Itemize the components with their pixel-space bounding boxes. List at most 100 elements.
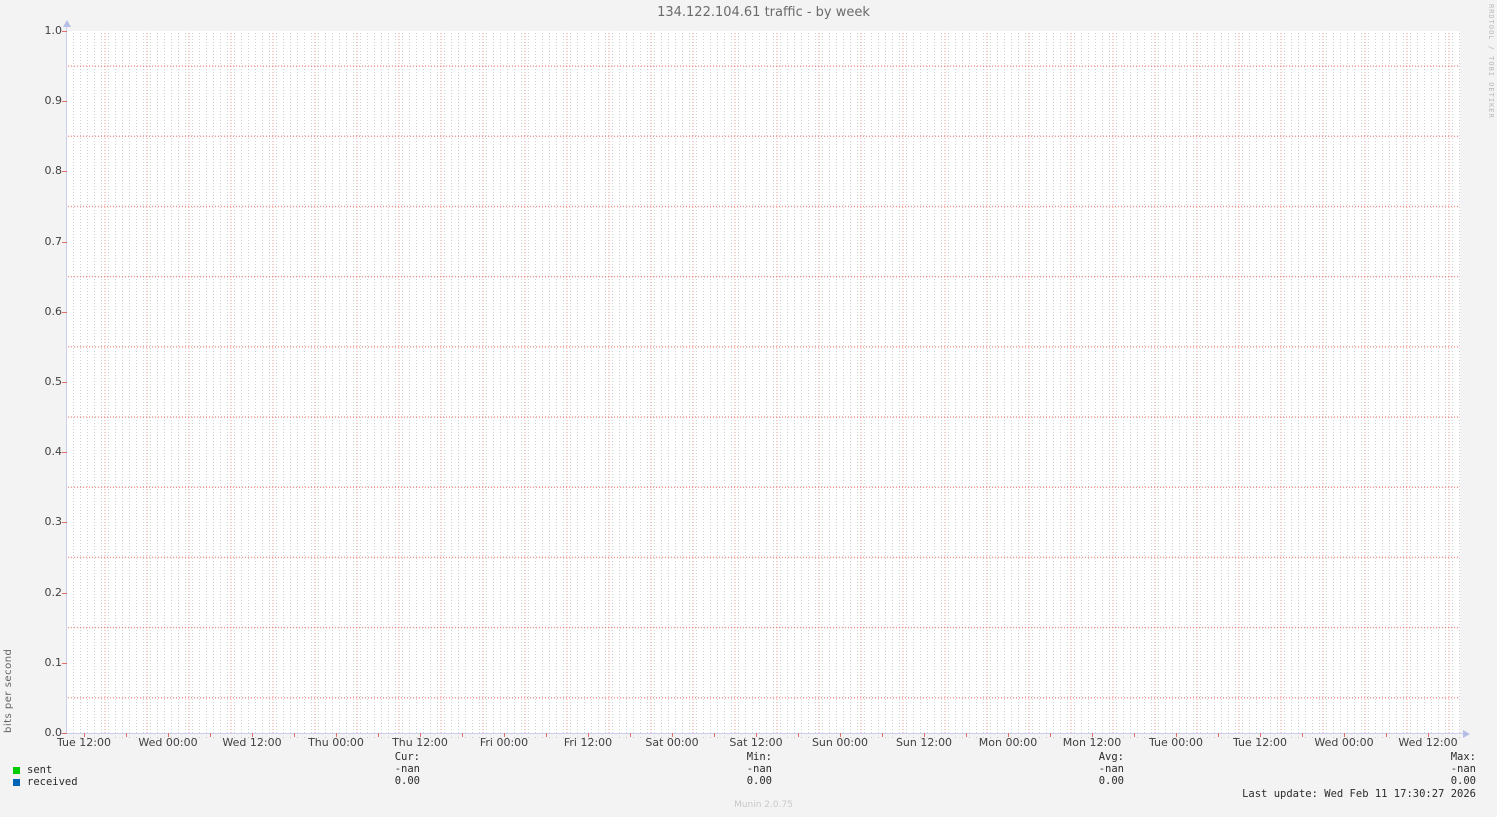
stats-column-cur: Cur: -nan 0.00 (300, 751, 420, 787)
x-axis-tick (1344, 733, 1345, 737)
stats-column-max: Max: -nan 0.00 (1356, 751, 1476, 787)
y-tick-label: 0.4 (44, 445, 63, 459)
x-tick-label: Wed 00:00 (1314, 736, 1374, 749)
legend-item-received: received (13, 776, 78, 788)
x-axis-tick (588, 733, 589, 737)
x-axis-tick (252, 733, 253, 737)
y-axis-tick (62, 592, 67, 594)
x-axis-tick (1260, 733, 1261, 737)
munin-version-text: Munin 2.0.75 (734, 800, 793, 810)
y-axis-title: bits per second (3, 648, 14, 733)
chart-title: 134.122.104.61 traffic - by week (657, 5, 870, 20)
legend-label: received (27, 776, 78, 788)
y-axis-tick (62, 662, 67, 664)
x-axis-tick (882, 733, 883, 737)
stats-value: -nan (1450, 763, 1476, 775)
x-tick-label: Tue 12:00 (1233, 736, 1287, 749)
last-update-text: Last update: Wed Feb 11 17:30:27 2026 (1242, 788, 1476, 800)
x-tick-label: Thu 00:00 (308, 736, 364, 749)
legend-swatch-sent (13, 766, 20, 774)
x-axis-tick (126, 733, 127, 737)
x-axis-tick (546, 733, 547, 737)
x-axis-tick (1008, 733, 1009, 737)
x-axis-tick (756, 733, 757, 737)
y-axis-arrow-icon (63, 20, 71, 27)
stats-value: Min: (746, 751, 772, 763)
x-axis-line (61, 733, 1463, 734)
x-axis-tick (504, 733, 505, 737)
x-axis-tick (294, 733, 295, 737)
x-tick-label: Sat 12:00 (729, 736, 783, 749)
y-tick-label: 0.1 (44, 655, 63, 669)
legend-label: sent (27, 764, 53, 776)
y-axis-tick (62, 382, 67, 383)
y-tick-label: 0.3 (44, 515, 63, 529)
x-axis-tick (630, 733, 631, 737)
x-axis-tick (672, 733, 673, 737)
x-axis-tick (378, 733, 379, 737)
x-tick-label: Tue 12:00 (57, 736, 111, 749)
y-axis-line (66, 26, 67, 734)
x-axis-tick (1176, 733, 1177, 737)
y-axis-tick (62, 452, 67, 454)
y-tick-label: 0.5 (44, 375, 63, 388)
y-axis-tick (62, 311, 67, 313)
x-axis-tick (1092, 733, 1093, 737)
x-tick-label: Fri 12:00 (563, 736, 613, 749)
x-axis-tick (714, 733, 715, 737)
x-tick-label: Sun 12:00 (895, 736, 953, 749)
x-tick-label: Fri 00:00 (479, 736, 529, 749)
stats-value: Cur: (394, 751, 420, 763)
x-tick-label: Sat 00:00 (645, 736, 699, 749)
x-axis-tick (1218, 733, 1219, 737)
x-axis-tick (462, 733, 463, 737)
y-tick-label: 0.7 (44, 234, 63, 248)
stats-value: -nan (1098, 763, 1124, 775)
x-axis-tick (210, 733, 211, 737)
plot-area (67, 31, 1460, 733)
y-axis-tick (62, 101, 67, 103)
x-tick-label: Mon 00:00 (978, 736, 1038, 749)
x-tick-label: Wed 12:00 (222, 736, 282, 749)
y-axis-tick (62, 171, 67, 173)
y-axis-tick (62, 241, 67, 243)
x-axis-tick (798, 733, 799, 737)
x-axis-tick (1428, 733, 1429, 737)
x-axis-tick (1386, 733, 1387, 737)
stats-column-avg: Avg: -nan 0.00 (1004, 751, 1124, 787)
x-axis-tick (84, 733, 85, 737)
x-tick-label: Wed 00:00 (138, 736, 198, 749)
stats-value: 0.00 (394, 775, 420, 787)
stats-value: -nan (746, 763, 772, 775)
legend-item-sent: sent (13, 764, 52, 776)
legend-swatch-received (13, 778, 20, 786)
x-tick-label: Wed 12:00 (1398, 736, 1458, 749)
rrdtool-watermark: RRDTOOL / TOBI OETIKER (1487, 4, 1495, 119)
x-tick-label: Mon 12:00 (1062, 736, 1122, 749)
y-axis-tick (62, 733, 67, 734)
stats-value: -nan (394, 763, 420, 775)
stats-value: Avg: (1098, 751, 1124, 763)
stats-value: 0.00 (1450, 775, 1476, 787)
y-tick-label: 0.8 (44, 164, 63, 178)
y-axis-tick (62, 522, 67, 524)
stats-value: Max: (1450, 751, 1476, 763)
x-axis-tick (840, 733, 841, 737)
x-tick-label: Tue 00:00 (1149, 736, 1203, 749)
x-axis-tick (924, 733, 925, 737)
x-tick-label: Sun 00:00 (811, 736, 869, 749)
x-axis-tick (168, 733, 169, 737)
y-axis-tick (62, 31, 67, 32)
stats-value: 0.00 (746, 775, 772, 787)
stats-value: 0.00 (1098, 775, 1124, 787)
x-axis-tick (966, 733, 967, 737)
stats-column-min: Min: -nan 0.00 (652, 751, 772, 787)
x-axis-tick (1302, 733, 1303, 737)
x-axis-tick (420, 733, 421, 737)
y-tick-label: 0.2 (44, 585, 63, 599)
x-axis-tick (1050, 733, 1051, 737)
y-tick-label: 1.0 (44, 24, 63, 37)
x-axis-tick (336, 733, 337, 737)
y-tick-label: 0.9 (44, 94, 63, 108)
x-axis-tick (1134, 733, 1135, 737)
